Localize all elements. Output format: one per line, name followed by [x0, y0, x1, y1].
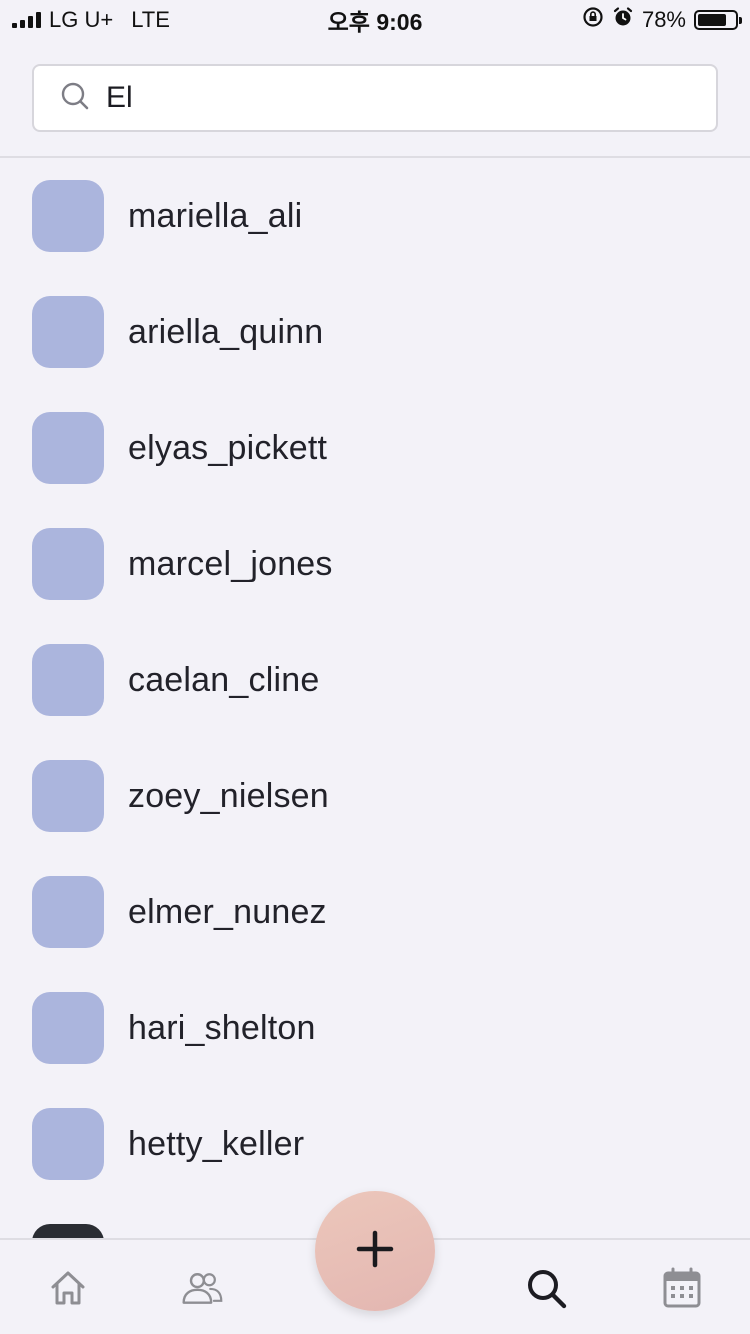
- home-icon[interactable]: [46, 1266, 90, 1310]
- user-avatar: [32, 180, 104, 252]
- user-row[interactable]: elmer_nunez: [0, 854, 750, 970]
- carrier-label: LG U+: [49, 7, 114, 32]
- rotation-lock-icon: [582, 6, 604, 34]
- people-icon[interactable]: [180, 1266, 224, 1310]
- search-icon: [60, 81, 90, 116]
- user-name: elmer_nunez: [128, 892, 327, 931]
- search-input[interactable]: [106, 81, 666, 115]
- battery-percent: 78%: [641, 7, 686, 32]
- user-name: caelan_cline: [128, 660, 320, 699]
- user-avatar: [32, 992, 104, 1064]
- user-avatar: [32, 296, 104, 368]
- signal-icon: [12, 12, 41, 28]
- user-row[interactable]: zoey_nielsen: [0, 738, 750, 854]
- user-row[interactable]: hari_shelton: [0, 970, 750, 1086]
- user-row[interactable]: elyas_pickett: [0, 390, 750, 506]
- user-avatar: [32, 760, 104, 832]
- status-bar-right: 78%: [582, 6, 742, 34]
- status-bar: LG U+ LTE 오후 9:06 78%: [0, 0, 750, 40]
- user-name: ariella_quinn: [128, 312, 324, 351]
- user-row[interactable]: caelan_cline: [0, 622, 750, 738]
- network-label: LTE: [131, 7, 170, 32]
- user-name: hetty_keller: [128, 1124, 305, 1163]
- add-button[interactable]: [315, 1191, 435, 1311]
- user-row[interactable]: marcel_jones: [0, 506, 750, 622]
- user-avatar: [32, 412, 104, 484]
- status-bar-left: LG U+ LTE: [12, 7, 170, 33]
- user-name: hari_shelton: [128, 1008, 316, 1047]
- user-avatar: [32, 1108, 104, 1180]
- user-avatar: [32, 644, 104, 716]
- user-results-list: mariella_ali ariella_quinn elyas_pickett…: [0, 158, 750, 1238]
- search-icon[interactable]: [524, 1266, 568, 1310]
- user-avatar: [32, 528, 104, 600]
- user-row[interactable]: hetty_keller: [0, 1086, 750, 1202]
- user-name: marcel_jones: [128, 544, 333, 583]
- calendar-icon[interactable]: [660, 1266, 704, 1310]
- search-bar[interactable]: [32, 64, 718, 132]
- user-name: elyas_pickett: [128, 428, 328, 467]
- user-name: mariella_ali: [128, 196, 303, 235]
- battery-icon: [694, 10, 742, 30]
- user-avatar: [32, 1224, 104, 1238]
- user-avatar: [32, 876, 104, 948]
- plus-icon: [355, 1229, 395, 1274]
- user-name: zoey_nielsen: [128, 776, 329, 815]
- user-row[interactable]: mariella_ali: [0, 158, 750, 274]
- alarm-icon: [612, 6, 634, 34]
- user-row[interactable]: ariella_quinn: [0, 274, 750, 390]
